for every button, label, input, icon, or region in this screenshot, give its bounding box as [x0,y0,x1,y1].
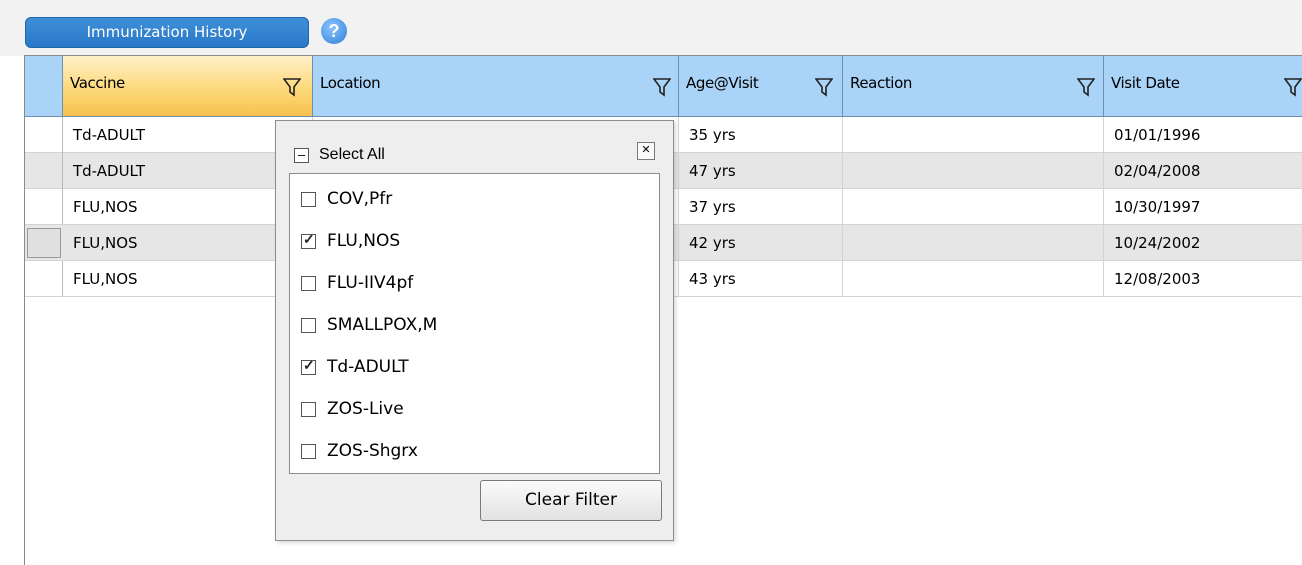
select-all-label: Select All [319,146,385,163]
visit-date-cell: 10/24/2002 [1104,225,1302,261]
reaction-cell [843,117,1104,153]
filter-option-label: COV,Pfr [327,189,393,209]
filter-funnel-icon[interactable] [1284,77,1302,97]
age-cell: 42 yrs [679,225,843,261]
visit-date-cell: 12/08/2003 [1104,261,1302,297]
filter-option-checkbox[interactable] [301,357,316,375]
visit-date-cell: 02/04/2008 [1104,153,1302,189]
select-all-checkbox[interactable] [294,147,309,163]
age-cell: 37 yrs [679,189,843,225]
immunization-history-tab[interactable]: Immunization History [25,17,309,48]
filter-option-label: Td-ADULT [327,357,409,377]
filter-options-list: COV,Pfr FLU,NOS FLU-IIV4pf SMALLPOX,M Td… [289,173,660,474]
vaccine-filter-popup: Select All ✕ COV,Pfr FLU,NOS FLU-IIV4pf … [275,120,674,541]
visit-date-cell: 01/01/1996 [1104,117,1302,153]
filter-option[interactable]: ZOS-Shgrx [301,439,418,463]
row-selector[interactable] [25,261,63,297]
visit-date-cell: 10/30/1997 [1104,189,1302,225]
filter-option[interactable]: Td-ADULT [301,355,409,379]
column-header-visit-date[interactable]: Visit Date [1104,56,1302,117]
reaction-cell [843,261,1104,297]
filter-option-label: FLU-IIV4pf [327,273,414,293]
column-header-age[interactable]: Age@Visit [679,56,843,117]
column-header-reaction[interactable]: Reaction [843,56,1104,117]
row-selector-current[interactable] [27,228,61,258]
filter-funnel-icon[interactable] [1077,77,1095,97]
filter-option-checkbox[interactable] [301,231,316,249]
row-selector-header [25,56,63,117]
help-icon[interactable]: ? [321,18,347,44]
column-header-location[interactable]: Location [313,56,679,117]
reaction-cell [843,225,1104,261]
reaction-cell [843,153,1104,189]
filter-option-checkbox[interactable] [301,317,316,333]
filter-option-checkbox[interactable] [301,191,316,207]
filter-option-label: ZOS-Live [327,399,404,419]
close-icon[interactable]: ✕ [637,142,655,160]
filter-funnel-icon[interactable] [815,77,833,97]
filter-option[interactable]: ZOS-Live [301,397,404,421]
row-selector[interactable] [25,153,63,189]
select-all-option[interactable]: Select All [294,143,385,167]
filter-option-checkbox[interactable] [301,275,316,291]
row-selector[interactable] [25,189,63,225]
column-header-vaccine[interactable]: Vaccine [63,56,313,117]
filter-option-label: ZOS-Shgrx [327,441,418,461]
column-header-label: Vaccine [70,74,125,92]
filter-funnel-icon[interactable] [283,77,301,97]
filter-option[interactable]: SMALLPOX,M [301,313,437,337]
grid-header: Vaccine Location Age@Visit Reaction Visi [25,56,1302,117]
column-header-label: Location [320,74,381,92]
filter-funnel-icon[interactable] [653,77,671,97]
filter-option-label: FLU,NOS [327,231,401,251]
column-header-label: Age@Visit [686,74,759,92]
column-header-label: Reaction [850,74,912,92]
column-header-label: Visit Date [1111,74,1180,92]
filter-option-checkbox[interactable] [301,401,316,417]
age-cell: 47 yrs [679,153,843,189]
filter-option-label: SMALLPOX,M [327,315,438,335]
row-selector[interactable] [25,117,63,153]
filter-option[interactable]: FLU,NOS [301,229,400,253]
reaction-cell [843,189,1104,225]
clear-filter-button[interactable]: Clear Filter [480,480,662,521]
age-cell: 35 yrs [679,117,843,153]
filter-option-checkbox[interactable] [301,443,316,459]
filter-option[interactable]: COV,Pfr [301,187,392,211]
filter-option[interactable]: FLU-IIV4pf [301,271,413,295]
age-cell: 43 yrs [679,261,843,297]
